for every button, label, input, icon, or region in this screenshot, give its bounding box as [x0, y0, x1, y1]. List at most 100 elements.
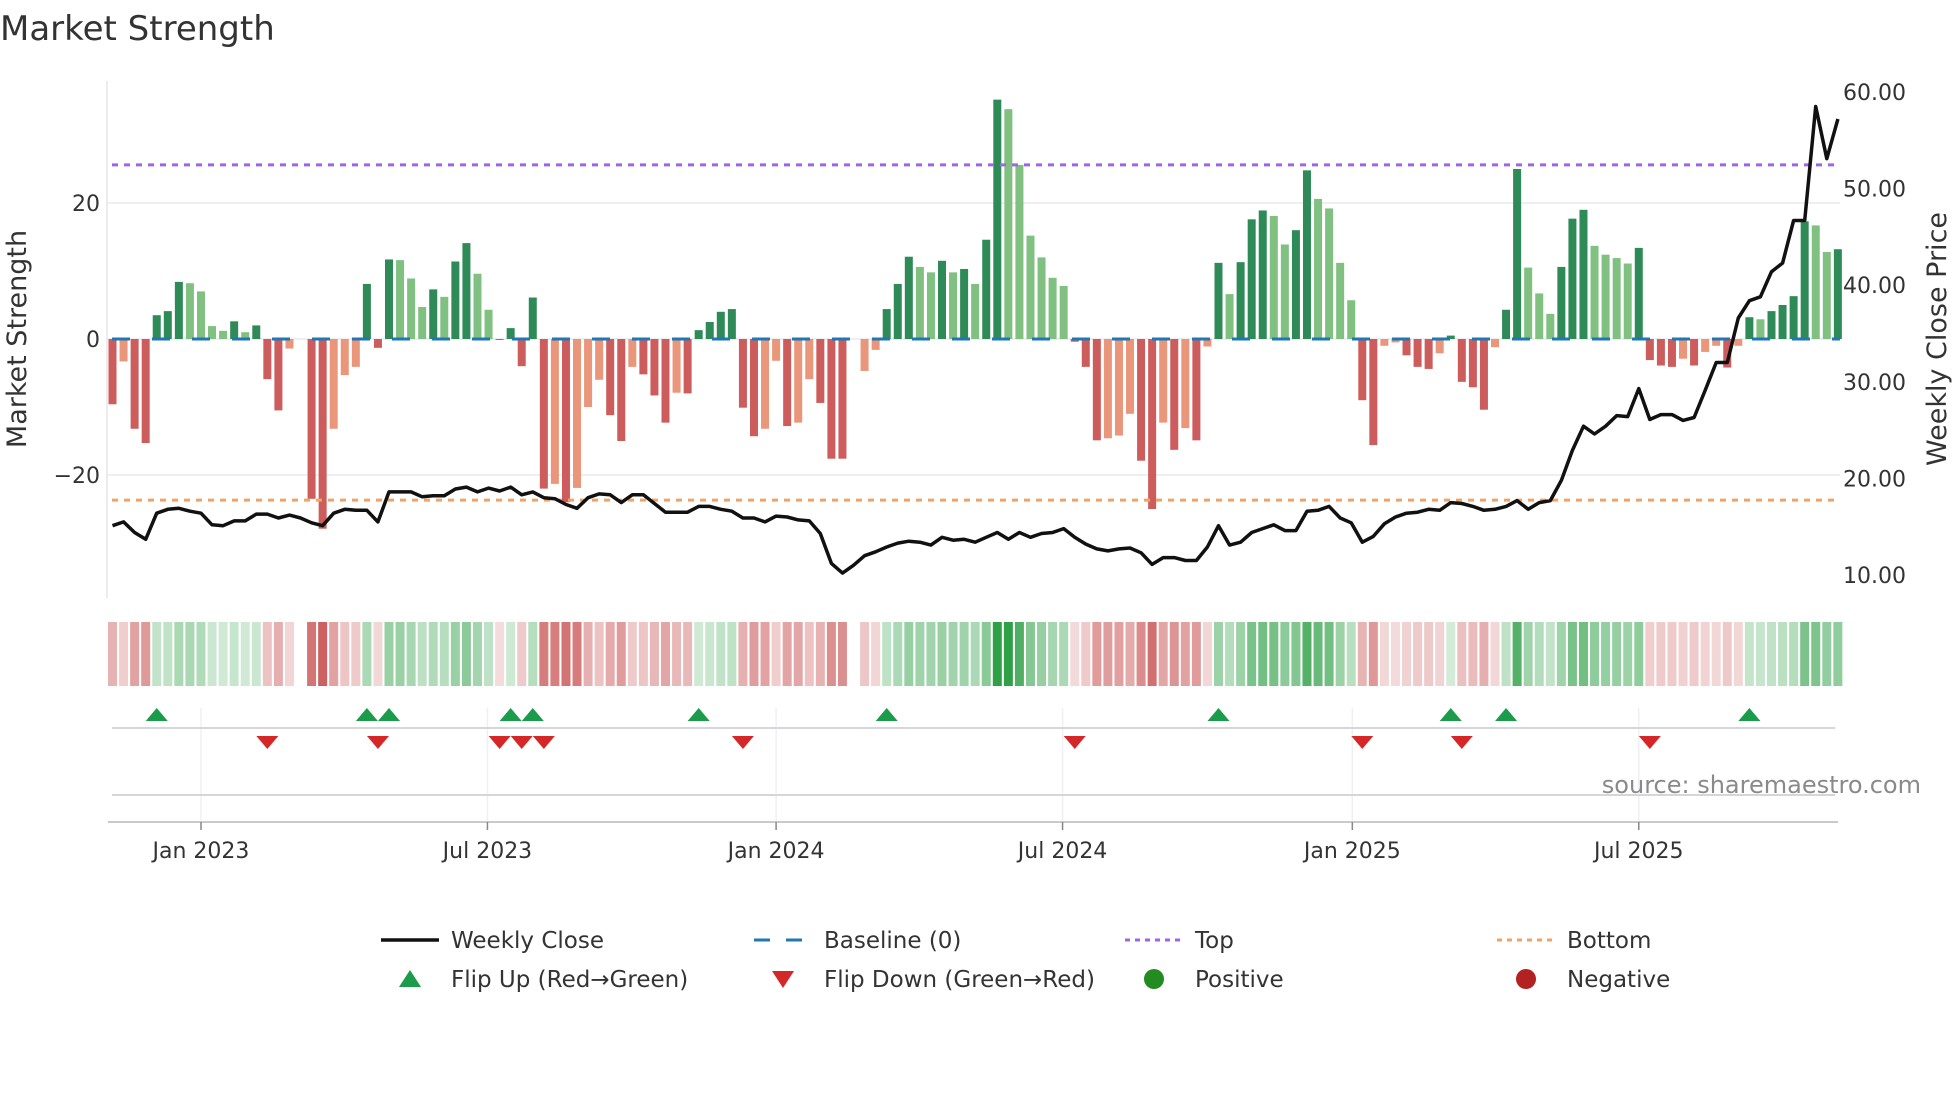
legend-label: Flip Up (Red→Green): [451, 967, 688, 993]
strength-bar: [517, 339, 526, 367]
heat-cell: [428, 622, 438, 686]
strength-bar: [1247, 219, 1256, 339]
legend-label: Weekly Close: [451, 928, 604, 954]
heat-cell: [119, 622, 129, 686]
strength-bar: [1800, 221, 1809, 339]
legend-label: Bottom: [1567, 928, 1651, 954]
heat-cell: [1545, 622, 1555, 686]
strength-bar: [362, 283, 371, 339]
strength-bar: [418, 307, 427, 339]
strength-bar: [1811, 225, 1820, 339]
strength-bar: [329, 339, 338, 429]
heat-cell: [218, 622, 228, 686]
strength-bar: [1679, 339, 1688, 359]
strength-bar: [462, 243, 471, 339]
heat-cell: [970, 622, 980, 686]
heat-cell: [251, 622, 261, 686]
strength-bar: [926, 272, 935, 339]
heat-cell: [661, 622, 670, 686]
strength-bar: [1302, 170, 1311, 339]
strength-bar: [1181, 339, 1190, 429]
heat-cell: [196, 622, 206, 686]
heat-cell: [1833, 622, 1843, 686]
strength-bar: [1126, 339, 1135, 414]
heat-cell: [1523, 622, 1533, 686]
heat-cell: [1634, 622, 1644, 686]
heat-cell: [108, 622, 117, 686]
y2-axis-label: Weekly Close Price: [1922, 212, 1953, 466]
strength-bar: [528, 297, 537, 339]
heat-cell: [450, 622, 460, 686]
y-axis-label: Market Strength: [2, 230, 33, 448]
strength-bar: [373, 339, 382, 348]
x-axis: Jan 2023 Jul 2023 Jan 2024 Jul 2024 Jan 2025…: [108, 821, 1838, 864]
y-tick-label: 0: [86, 328, 100, 353]
source-label: source: sharemaestro.com: [1602, 771, 1921, 799]
heat-cell: [1755, 622, 1765, 686]
strength-bar: [539, 339, 548, 489]
strength-bar: [1590, 245, 1599, 339]
strength-bar: [1114, 339, 1123, 436]
heat-cell: [1501, 622, 1511, 686]
heat-cell: [1092, 622, 1102, 686]
strength-bar: [1236, 262, 1245, 339]
strength-bar: [1269, 215, 1278, 339]
heat-cell: [804, 622, 814, 686]
strength-bar: [1435, 339, 1444, 354]
heat-cell: [406, 622, 416, 686]
heat-cell: [130, 622, 140, 686]
heat-cell: [649, 622, 659, 686]
y2-tick-label: 60.00: [1843, 81, 1906, 106]
heat-cell: [1302, 622, 1312, 686]
legend-item-flip-up: Flip Up (Red→Green): [399, 967, 688, 993]
strength-bar: [1380, 339, 1389, 346]
flip-up-marker: [1495, 708, 1518, 721]
strength-bar: [1612, 258, 1621, 339]
flip-up-marker: [875, 708, 898, 721]
strength-bar: [451, 261, 460, 339]
heat-cell: [1778, 622, 1788, 686]
strength-bar: [772, 339, 781, 361]
y2-tick-label: 20.00: [1843, 467, 1906, 492]
strength-bar: [1579, 209, 1588, 339]
strength-bar: [174, 281, 183, 339]
legend-label: Baseline (0): [824, 928, 961, 954]
legend-label: Positive: [1195, 967, 1284, 993]
strength-bar: [1690, 339, 1699, 366]
heat-cell: [1247, 622, 1257, 686]
heat-cell: [738, 622, 748, 686]
strength-bar: [484, 309, 493, 339]
strength-bar: [960, 268, 969, 339]
strength-bar: [550, 339, 559, 484]
heat-cell: [1822, 622, 1832, 686]
strength-bar: [938, 260, 946, 339]
strength-bar: [119, 339, 128, 362]
heat-cell: [605, 622, 615, 686]
heat-cell: [484, 622, 494, 686]
heat-cell: [539, 622, 549, 686]
strength-bar: [351, 339, 360, 367]
heat-cell: [141, 622, 151, 686]
heat-cell: [1379, 622, 1389, 686]
heat-cell: [461, 622, 471, 686]
strength-bar: [805, 339, 814, 380]
heat-cell: [1081, 622, 1091, 686]
heat-cell: [1446, 622, 1456, 686]
heat-cell: [1468, 622, 1478, 686]
legend-label: Top: [1194, 928, 1234, 954]
strength-bar: [196, 291, 205, 339]
strength-bar: [252, 325, 261, 339]
heat-cell: [1656, 622, 1666, 686]
circle-icon: [1144, 969, 1164, 989]
heat-cell: [627, 622, 637, 686]
flip-down-marker: [510, 736, 533, 749]
y2-tick-label: 30.00: [1843, 371, 1906, 396]
strength-bar: [429, 289, 438, 339]
heat-cell: [1556, 622, 1566, 686]
heat-cell: [594, 622, 604, 686]
strength-bar: [716, 311, 725, 339]
strength-bar: [1037, 257, 1046, 339]
heat-cell: [815, 622, 825, 686]
heat-cell: [1800, 622, 1810, 686]
heat-cell: [683, 622, 693, 686]
